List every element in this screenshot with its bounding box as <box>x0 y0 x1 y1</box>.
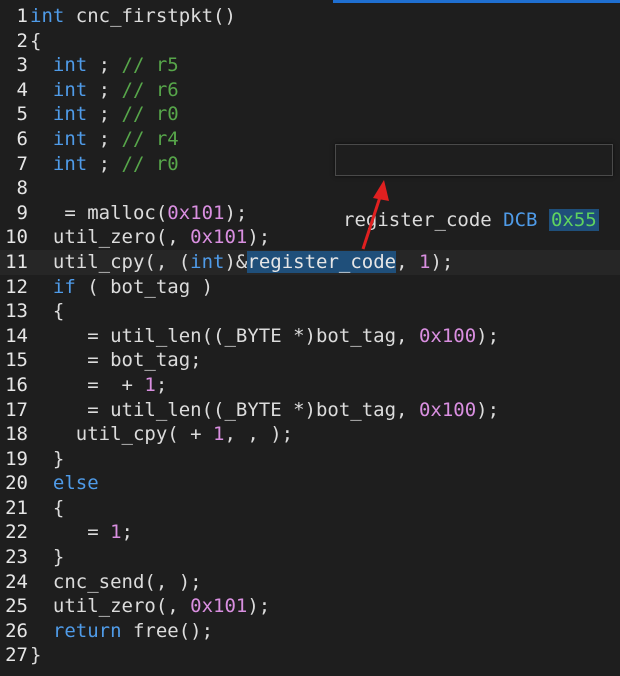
annotation-arrow <box>361 180 389 250</box>
